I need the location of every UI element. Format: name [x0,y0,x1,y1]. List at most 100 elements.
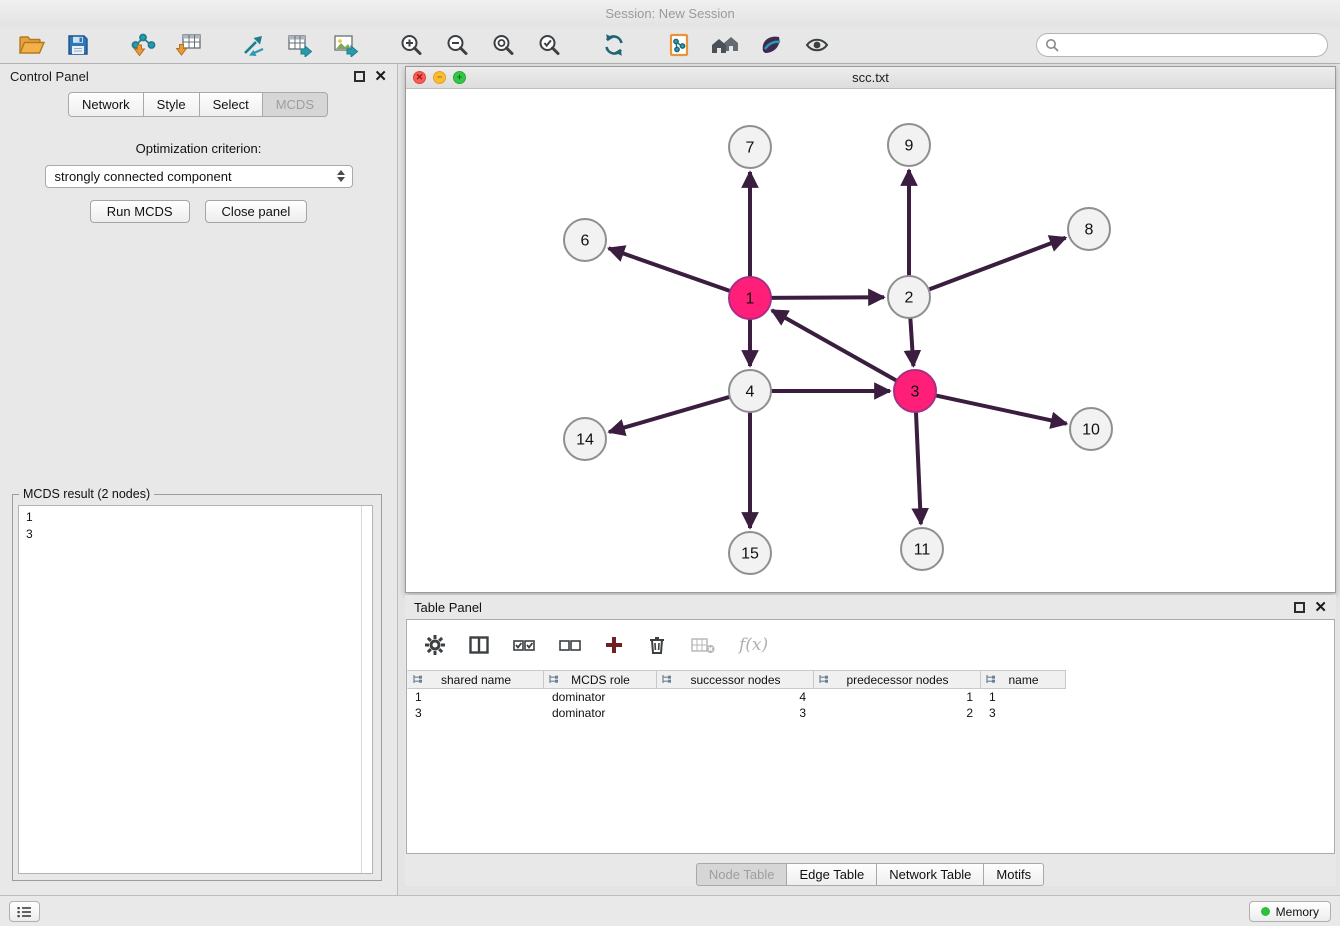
refresh-arrows-glyph [602,33,626,57]
window-titlebar[interactable]: Session: New Session [0,0,1340,27]
refresh-icon[interactable] [594,30,634,61]
node-14[interactable]: 14 [564,418,606,460]
optimization-dropdown[interactable]: strongly connected component [45,165,353,188]
edge-3-1[interactable] [772,310,900,382]
open-file-icon[interactable] [12,30,52,61]
close-table-panel-icon[interactable]: ✕ [1314,600,1327,615]
mcds-result-area[interactable]: 1 3 [18,505,373,874]
tab-network[interactable]: Network [68,92,144,117]
houses-glyph [711,34,739,56]
node-9[interactable]: 9 [888,124,930,166]
function-icon[interactable]: f(x) [739,635,768,655]
columns-icon[interactable] [469,636,489,654]
export-table-icon[interactable] [280,30,320,61]
float-panel-icon[interactable] [354,71,365,82]
column-header-successor-nodes[interactable]: successor nodes [657,670,814,689]
node-label: 9 [905,138,914,155]
delete-table-icon[interactable] [691,636,715,654]
search-field-wrap [1036,33,1328,57]
zoom-selected-icon[interactable] [529,30,569,61]
node-7[interactable]: 7 [729,126,771,168]
node-label: 3 [911,384,920,401]
table-row[interactable]: 3dominator323 [407,705,1334,721]
import-network-icon[interactable] [123,30,163,61]
edge-2-8[interactable] [925,238,1066,291]
table-body: 1dominator4113dominator323 [407,689,1334,721]
table-header-row: shared nameMCDS rolesuccessor nodesprede… [407,670,1334,689]
node-10[interactable]: 10 [1070,408,1112,450]
image-export-glyph [333,33,359,57]
memory-button[interactable]: Memory [1249,901,1331,922]
tab-select[interactable]: Select [199,92,263,117]
first-neighbors-icon[interactable] [659,30,699,61]
list-icon [17,906,32,918]
style-brush-icon[interactable] [751,30,791,61]
select-all-checks-icon[interactable] [513,637,535,653]
search-input[interactable] [1036,33,1328,57]
network-window-titlebar[interactable]: scc.txt ✕ − + [406,67,1335,89]
settings-gear-icon[interactable] [425,635,445,655]
magnifier-fit-glyph [491,33,515,57]
zoom-out-icon[interactable] [437,30,477,61]
attribute-type-icon [818,674,829,685]
zoom-window-icon[interactable]: + [453,71,466,84]
task-list-button[interactable] [9,901,40,922]
edge-1-2[interactable] [767,297,884,298]
close-panel-icon[interactable]: ✕ [374,69,387,84]
float-table-panel-icon[interactable] [1294,602,1305,613]
node-8[interactable]: 8 [1068,208,1110,250]
network-graph[interactable]: 7 9 6 8 1 2 4 3 14 10 15 11 [406,89,1335,592]
edge-3-10[interactable] [932,395,1067,424]
close-window-icon[interactable]: ✕ [413,71,426,84]
column-header-mcds-role[interactable]: MCDS role [544,670,657,689]
deselect-all-checks-icon[interactable] [559,637,581,653]
node-11[interactable]: 11 [901,528,943,570]
add-row-icon[interactable] [605,636,623,654]
node-3[interactable]: 3 [894,370,936,412]
network-import-glyph [130,33,156,57]
tab-network-table[interactable]: Network Table [876,863,984,886]
minimize-window-icon[interactable]: − [433,71,446,84]
table-export-glyph [287,33,313,57]
tab-style[interactable]: Style [143,92,200,117]
save-session-icon[interactable] [58,30,98,61]
node-2[interactable]: 2 [888,276,930,318]
tab-mcds[interactable]: MCDS [262,92,328,117]
edge-2-3[interactable] [910,314,913,366]
mcds-result-groupbox: MCDS result (2 nodes) 1 3 [12,494,382,881]
node-label: 15 [741,546,759,563]
home-icon[interactable] [705,30,745,61]
delete-row-icon[interactable] [647,635,667,655]
zoom-in-icon[interactable] [391,30,431,61]
magnifier-minus-glyph [445,33,469,57]
edge-1-6[interactable] [609,248,734,292]
table-row[interactable]: 1dominator411 [407,689,1334,705]
eye-icon[interactable] [797,30,837,61]
zoom-fit-icon[interactable] [483,30,523,61]
node-1[interactable]: 1 [729,277,771,319]
edge-4-14[interactable] [609,396,734,432]
run-mcds-button[interactable]: Run MCDS [90,200,190,223]
close-panel-button[interactable]: Close panel [205,200,308,223]
paint-glyph [759,33,783,57]
table-tabs: Node TableEdge TableNetwork TableMotifs [405,863,1336,886]
mcds-result-text: 1 3 [19,506,372,546]
import-table-icon[interactable] [169,30,209,61]
edge-3-11[interactable] [916,408,921,524]
memory-label: Memory [1276,905,1319,919]
tab-edge-table[interactable]: Edge Table [786,863,877,886]
column-header-name[interactable]: name [981,670,1066,689]
node-label: 8 [1085,222,1094,239]
result-scrollbar[interactable] [361,506,372,873]
node-6[interactable]: 6 [564,219,606,261]
network-canvas[interactable]: 7 9 6 8 1 2 4 3 14 10 15 11 [406,89,1335,592]
export-network-icon[interactable] [234,30,274,61]
column-header-predecessor-nodes[interactable]: predecessor nodes [814,670,981,689]
tab-node-table[interactable]: Node Table [696,863,788,886]
column-header-shared-name[interactable]: shared name [407,670,544,689]
node-4[interactable]: 4 [729,370,771,412]
export-image-icon[interactable] [326,30,366,61]
tab-motifs[interactable]: Motifs [983,863,1044,886]
floppy-icon [67,34,89,56]
node-15[interactable]: 15 [729,532,771,574]
